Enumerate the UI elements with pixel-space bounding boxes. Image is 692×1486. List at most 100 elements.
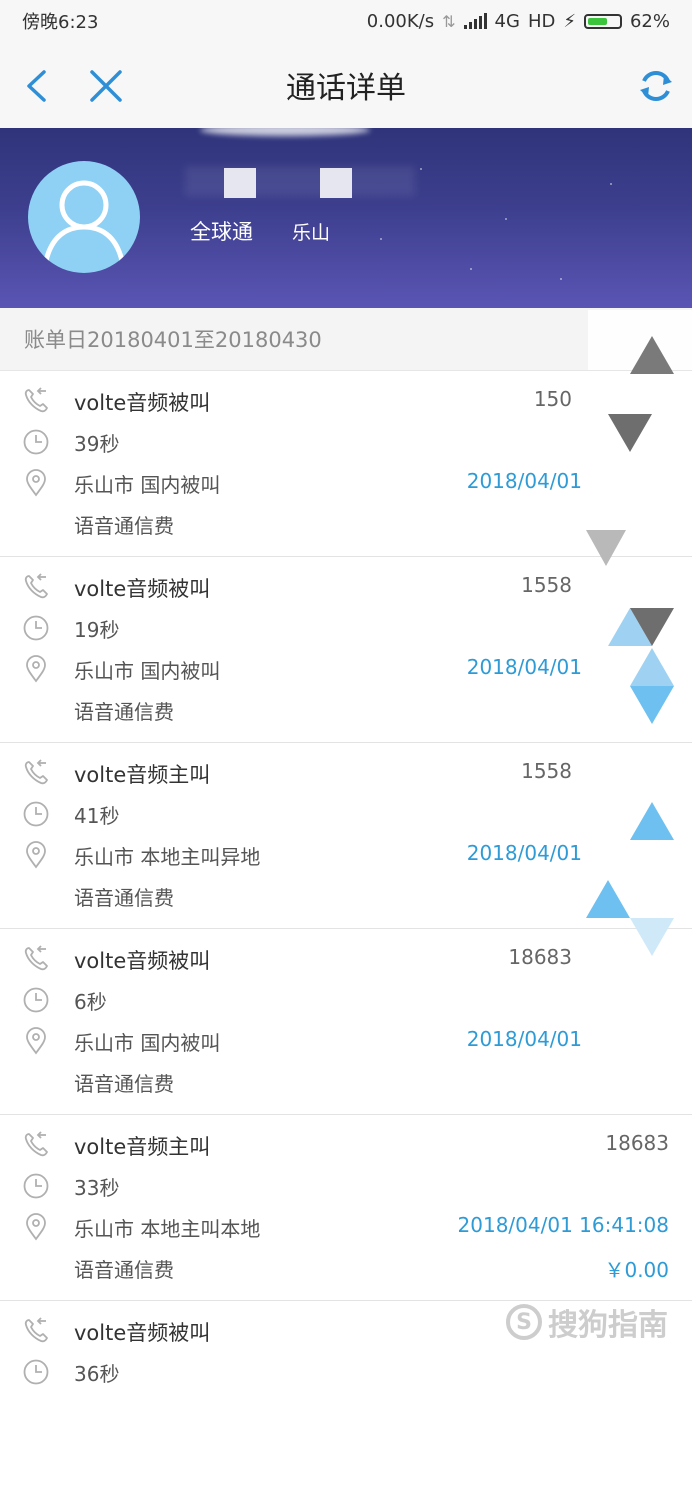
- record-type: volte音频被叫: [74, 391, 211, 415]
- record-number: 18683: [508, 945, 572, 969]
- watermark: S 搜狗指南: [506, 1300, 668, 1344]
- record-row-duration: 39秒: [0, 422, 692, 462]
- record-row-duration: 41秒: [0, 794, 692, 834]
- triangle-decoration: [630, 918, 674, 956]
- status-right: 0.00K/s ⇅ 4G HD ⚡ 62%: [367, 11, 670, 32]
- status-bar: 傍晚6:23 0.00K/s ⇅ 4G HD ⚡ 62%: [0, 0, 692, 42]
- navigation-bar: 通话详单: [0, 42, 692, 128]
- clock-icon: [22, 428, 50, 456]
- watermark-badge: S: [506, 1304, 542, 1340]
- profile-banner: 全球通 乐山: [0, 128, 692, 308]
- location-pin-icon: [22, 841, 50, 869]
- record-row-duration: 6秒: [0, 980, 692, 1020]
- record-row-type: volte音频被叫 18683: [0, 939, 692, 979]
- city-name: 乐山: [292, 222, 331, 244]
- record-number: 1558: [521, 573, 572, 597]
- clock-icon: [22, 986, 50, 1014]
- record-fee: ￥0.00: [604, 1258, 669, 1282]
- triangle-decoration: [630, 608, 674, 646]
- call-record[interactable]: volte音频主叫 18683 33秒乐山市 本地主叫本地 2018/04/01 16…: [0, 1115, 692, 1301]
- triangle-decoration: [630, 686, 674, 724]
- network-speed: 0.00K/s: [366, 10, 435, 32]
- record-type: volte音频主叫: [74, 1135, 211, 1159]
- clock-icon: [22, 800, 50, 828]
- record-fee-type: 语音通信费: [74, 1072, 174, 1096]
- clock-icon: [22, 1172, 50, 1200]
- record-number: 1558: [521, 759, 572, 783]
- record-row-location: 乐山市 国内被叫 2018/04/01: [0, 649, 692, 689]
- triangle-decoration: [630, 802, 674, 840]
- battery-percent: 62%: [629, 10, 670, 32]
- record-location: 乐山市 本地主叫异地: [74, 845, 261, 869]
- phone-call-icon: [22, 387, 50, 415]
- record-duration: 39秒: [74, 432, 120, 456]
- triangle-decoration: [586, 880, 630, 918]
- record-fee-type: 语音通信费: [74, 514, 174, 538]
- record-row-type: volte音频主叫 1558: [0, 753, 692, 793]
- phone-call-icon: [22, 1131, 50, 1159]
- masked-phone-number: [185, 166, 415, 196]
- phone-call-icon: [22, 1317, 50, 1345]
- record-row-duration: 19秒: [0, 608, 692, 648]
- plan-name: 全球通: [190, 220, 253, 244]
- triangle-decoration: [630, 648, 674, 686]
- record-type: volte音频被叫: [74, 577, 211, 601]
- battery-icon: [583, 13, 622, 29]
- phone-call-icon: [22, 759, 50, 787]
- record-type: volte音频被叫: [74, 949, 211, 973]
- record-row-location: 乐山市 本地主叫异地 2018/04/01: [0, 835, 692, 875]
- triangle-decoration: [608, 414, 652, 452]
- record-location: 乐山市 国内被叫: [74, 473, 221, 497]
- record-datetime: 2018/04/01: [466, 469, 582, 493]
- record-fee-type: 语音通信费: [74, 1258, 174, 1282]
- page-title: 通话详单: [286, 71, 406, 106]
- record-duration: 36秒: [74, 1362, 120, 1386]
- record-row-duration: 36秒: [0, 1352, 692, 1392]
- record-duration: 19秒: [74, 618, 120, 642]
- record-row-fee-type: 语音通信费 ￥0.00: [0, 1248, 692, 1288]
- clock-icon: [22, 1358, 50, 1386]
- hd-badge: HD: [527, 10, 556, 32]
- record-location: 乐山市 国内被叫: [74, 659, 221, 683]
- record-row-location: 乐山市 国内被叫 2018/04/01: [0, 1021, 692, 1061]
- refresh-button[interactable]: [634, 64, 678, 108]
- record-location: 乐山市 本地主叫本地: [74, 1217, 261, 1241]
- avatar[interactable]: [28, 161, 140, 273]
- record-fee-type: 语音通信费: [74, 700, 174, 724]
- record-fee-type: 语音通信费: [74, 886, 174, 910]
- record-datetime: 2018/04/01: [466, 655, 582, 679]
- user-avatar-icon: [43, 180, 125, 262]
- mosaic-block: [224, 168, 256, 198]
- record-duration: 41秒: [74, 804, 120, 828]
- location-pin-icon: [22, 655, 50, 683]
- record-row-fee-type: 语音通信费: [0, 1062, 692, 1102]
- record-duration: 33秒: [74, 1176, 120, 1200]
- record-row-location: 乐山市 国内被叫 2018/04/01: [0, 463, 692, 503]
- call-record[interactable]: volte音频被叫 18683 6秒 乐山市 国内被叫 2018/04/01 语音通信费: [0, 929, 692, 1115]
- charging-icon: ⚡: [563, 10, 576, 32]
- data-arrows-icon: ⇅: [442, 11, 456, 31]
- record-number: 150: [533, 387, 572, 411]
- status-time: 傍晚6:23: [22, 12, 99, 33]
- record-row-type: volte音频主叫 18683: [0, 1125, 692, 1165]
- location-pin-icon: [22, 469, 50, 497]
- record-datetime: 2018/04/01 16:41:08: [457, 1213, 669, 1237]
- record-row-fee-type: [0, 1434, 692, 1474]
- record-type: volte音频被叫: [74, 1321, 211, 1345]
- record-row-location: 乐山市 本地主叫本地 2018/04/01 16:41:08: [0, 1207, 692, 1247]
- record-row-type: volte音频被叫 1558: [0, 567, 692, 607]
- clock-icon: [22, 614, 50, 642]
- signal-icon: [463, 13, 487, 29]
- network-type: 4G: [494, 10, 520, 32]
- phone-call-icon: [22, 573, 50, 601]
- location-pin-icon: [22, 1027, 50, 1055]
- battery-fill: [587, 17, 607, 25]
- record-row-type: volte音频被叫 150: [0, 381, 692, 421]
- record-row-fee-type: 语音通信费: [0, 690, 692, 730]
- record-number: 18683: [605, 1131, 669, 1155]
- refresh-icon: [640, 71, 672, 101]
- triangle-decoration: [630, 336, 674, 374]
- phone-call-icon: [22, 945, 50, 973]
- call-record[interactable]: volte音频被叫 1558 19秒乐山市 国内被叫 2018/04/01 语音通信费: [0, 557, 692, 743]
- triangle-decoration: [586, 530, 626, 566]
